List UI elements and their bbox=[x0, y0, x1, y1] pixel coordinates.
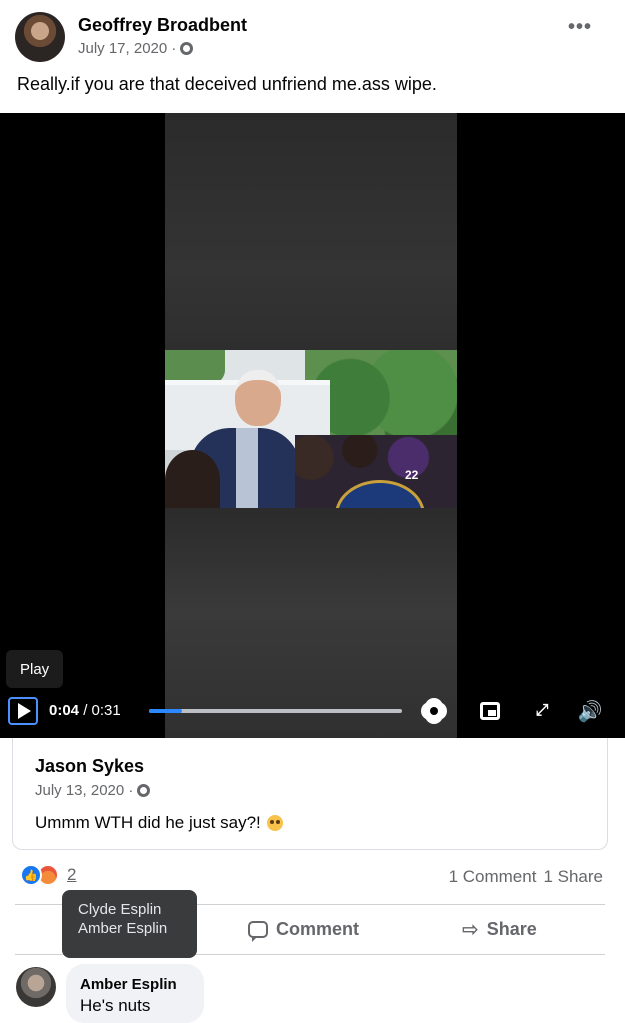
tooltip-name: Clyde Esplin bbox=[78, 901, 162, 918]
shared-author-name[interactable]: Jason Sykes bbox=[35, 756, 144, 777]
share-icon: ⇨ bbox=[462, 918, 479, 941]
video-controls: 0:04 / 0:31 ⤢ 🔊 bbox=[0, 691, 625, 731]
progress-fill bbox=[149, 709, 182, 713]
shared-text: Ummm WTH did he just say?! bbox=[35, 813, 261, 832]
engagement-stats: 1 Comment 1 Share bbox=[449, 867, 603, 887]
share-button-label: Share bbox=[486, 918, 537, 939]
tooltip-name: Amber Esplin bbox=[78, 920, 168, 937]
post-author-name[interactable]: Geoffrey Broadbent bbox=[78, 15, 247, 36]
shared-post[interactable]: Jason Sykes July 13, 2020 · Ummm WTH did… bbox=[12, 738, 608, 850]
play-icon bbox=[18, 703, 31, 719]
shared-meta: July 13, 2020 · bbox=[35, 782, 151, 799]
current-time: 0:04 bbox=[49, 702, 80, 719]
comment-text: He's nuts bbox=[80, 996, 151, 1015]
settings-icon bbox=[424, 701, 444, 721]
comment-button[interactable]: Comment bbox=[248, 907, 359, 951]
post-card: Geoffrey Broadbent July 17, 2020 · ••• R… bbox=[0, 0, 625, 1023]
play-button[interactable] bbox=[8, 697, 38, 725]
volume-icon[interactable]: 🔊 bbox=[576, 697, 604, 725]
fullscreen-icon[interactable]: ⤢ bbox=[528, 697, 556, 725]
shared-text-row: Ummm WTH did he just say?! bbox=[35, 813, 283, 833]
video-time: 0:04 / 0:31 bbox=[49, 702, 121, 719]
play-tooltip: Play bbox=[6, 650, 64, 688]
post-date[interactable]: July 17, 2020 · bbox=[78, 40, 176, 57]
globe-icon bbox=[180, 42, 194, 55]
post-meta: July 17, 2020 · bbox=[78, 40, 194, 57]
comment-count[interactable]: 1 Comment bbox=[449, 867, 537, 887]
progress-bar[interactable] bbox=[149, 709, 402, 713]
shared-date[interactable]: July 13, 2020 · bbox=[35, 782, 133, 799]
frame-number: 22 bbox=[405, 468, 419, 482]
comment-author[interactable]: Amber Esplin bbox=[80, 976, 204, 993]
author-avatar[interactable] bbox=[15, 12, 65, 62]
like-reaction-icon: 👍 bbox=[20, 864, 42, 886]
picture-in-picture-icon bbox=[480, 702, 500, 720]
flushed-emoji-icon bbox=[266, 815, 283, 831]
video-player[interactable]: 22 Play 0:04 / 0:31 ⤢ 🔊 bbox=[0, 113, 625, 738]
commenter-avatar[interactable] bbox=[16, 967, 56, 1007]
share-count[interactable]: 1 Share bbox=[543, 867, 603, 887]
comment-icon bbox=[248, 920, 268, 942]
more-options-icon[interactable]: ••• bbox=[568, 17, 592, 37]
post-text: Really.if you are that deceived unfriend… bbox=[17, 74, 437, 94]
reaction-names-tooltip: Clyde Esplin Amber Esplin bbox=[62, 890, 197, 958]
settings-button[interactable] bbox=[420, 697, 448, 725]
comment-bubble: Amber Esplin He's nuts bbox=[66, 964, 204, 1023]
share-button[interactable]: ⇨ Share bbox=[462, 907, 537, 951]
globe-icon bbox=[137, 784, 151, 797]
reaction-summary[interactable]: 👍 2 bbox=[20, 864, 76, 886]
video-frame: 22 bbox=[165, 350, 457, 508]
picture-in-picture-button[interactable] bbox=[476, 697, 504, 725]
reaction-count[interactable]: 2 bbox=[67, 865, 76, 885]
duration: / 0:31 bbox=[79, 702, 121, 719]
comment-button-label: Comment bbox=[276, 918, 360, 939]
